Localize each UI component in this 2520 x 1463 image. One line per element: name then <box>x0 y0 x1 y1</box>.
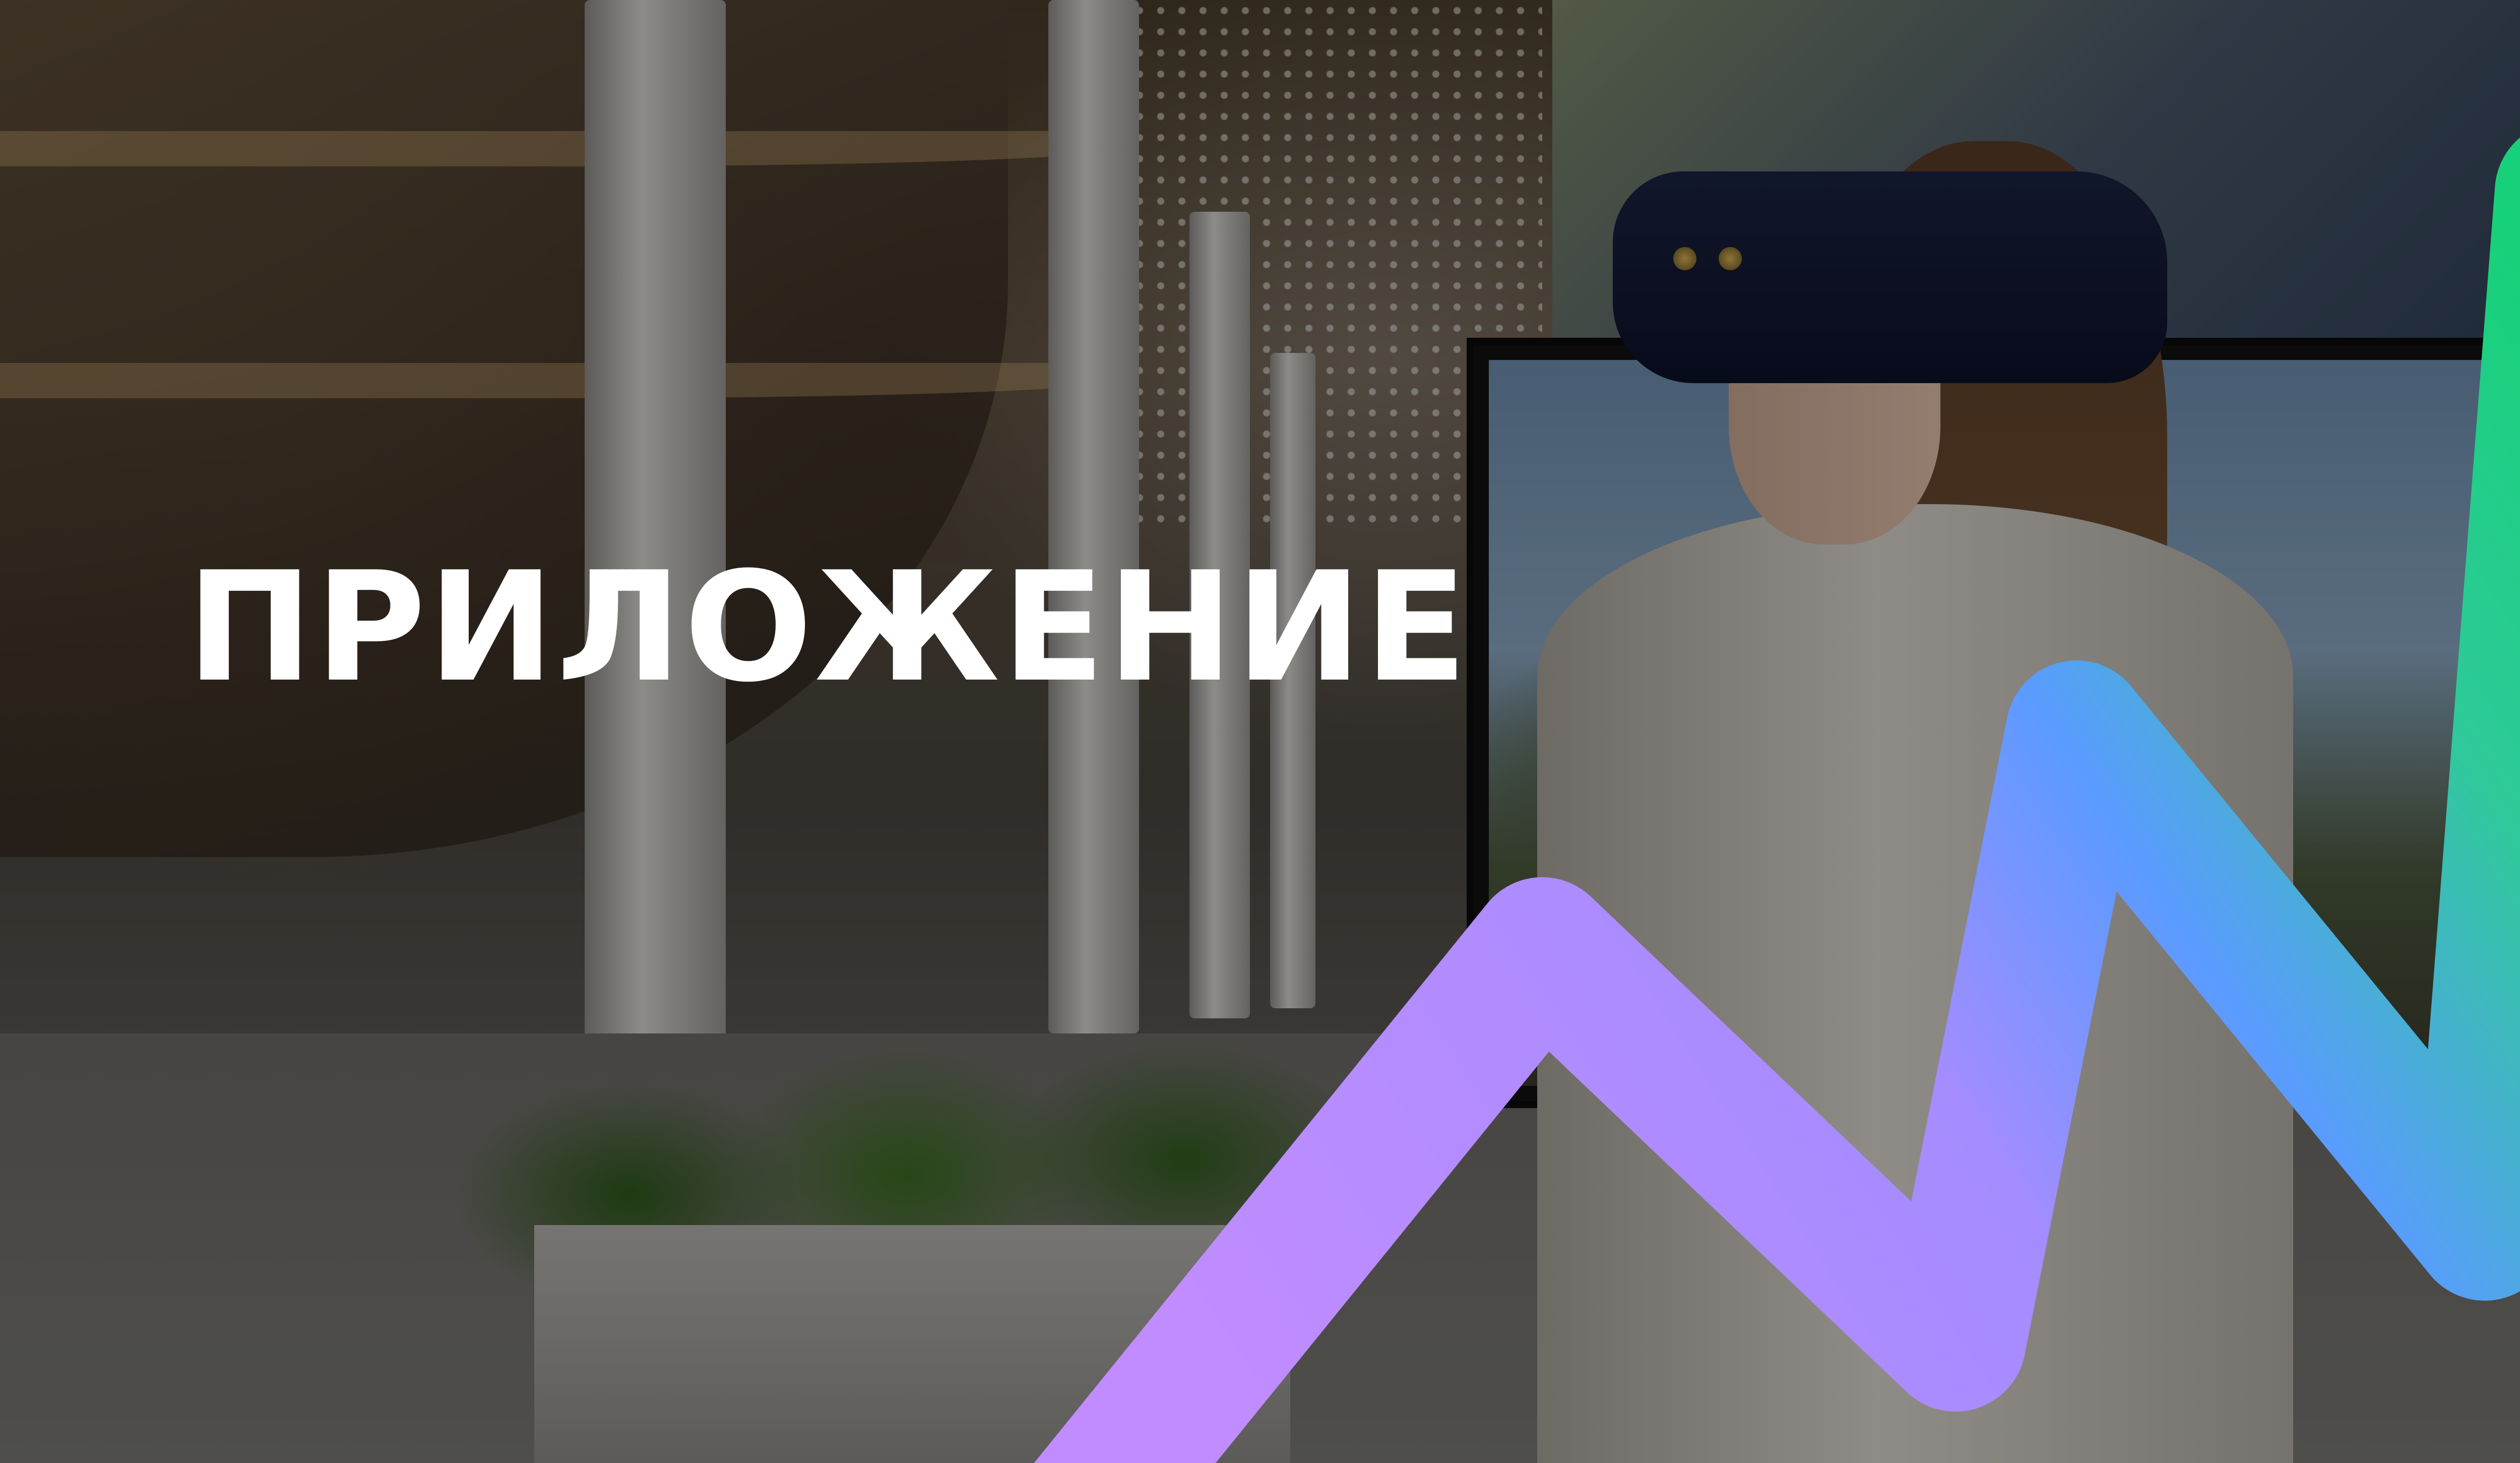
zigzag-logo-icon <box>1034 138 2520 1463</box>
